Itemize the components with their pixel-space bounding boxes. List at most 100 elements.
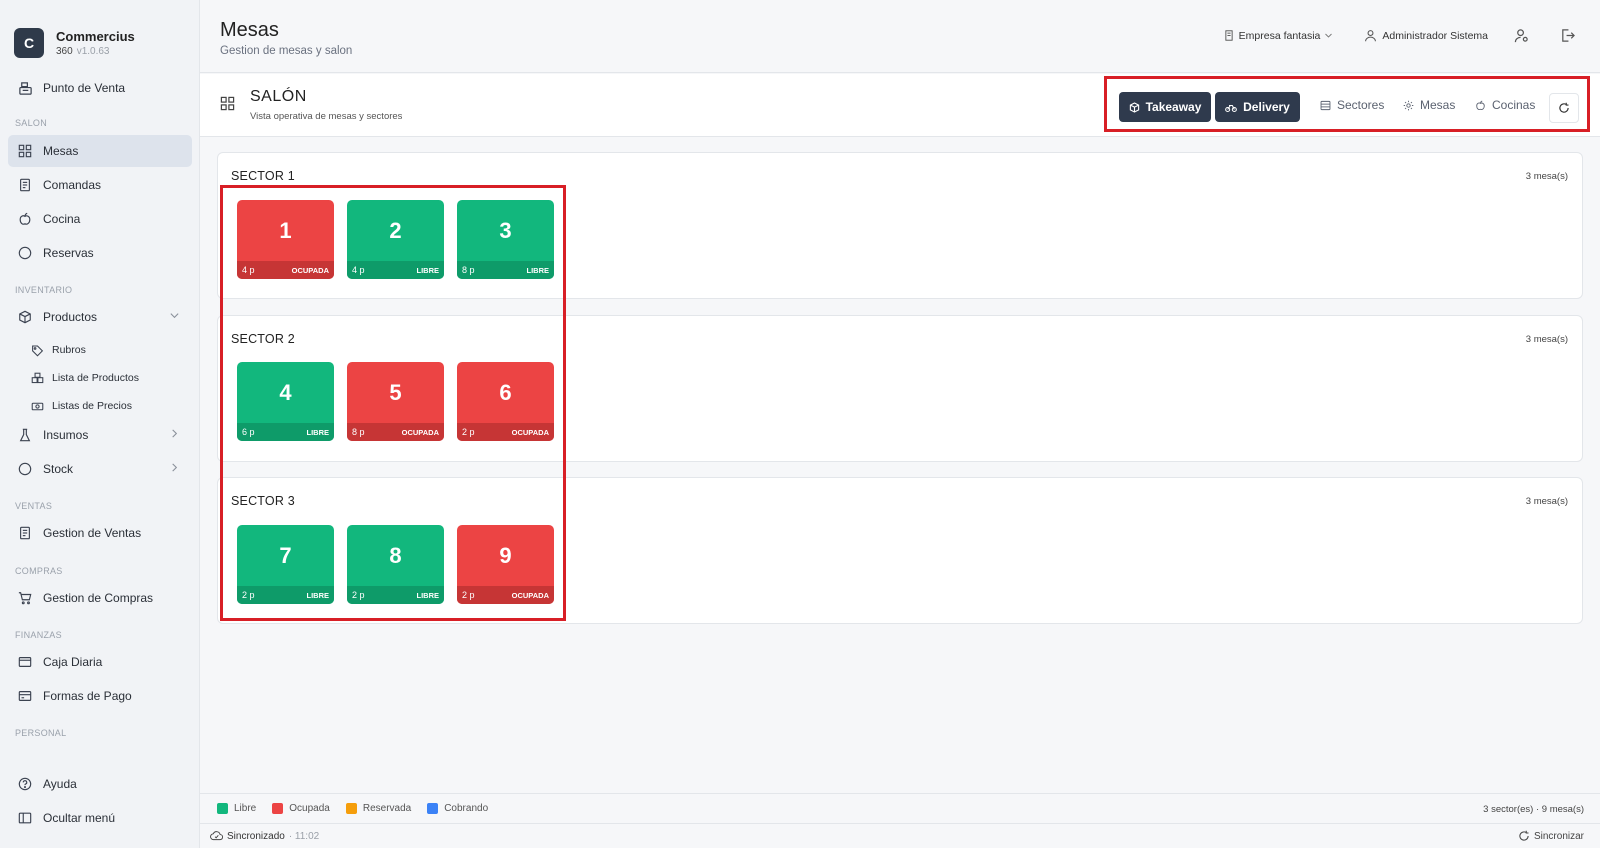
user-icon [1365,30,1377,42]
table-card[interactable]: 1 4 p OCUPADA [237,200,334,279]
grid-icon [17,143,33,159]
sync-button[interactable]: Sincronizar [1518,830,1584,842]
sidebar-collapse-icon [17,810,33,826]
table-capacity: 4 p [352,265,365,275]
legend-bar: Libre Ocupada Reservada Cobrando 3 secto… [200,793,1600,823]
cobrando-swatch [427,803,439,814]
table-status: LIBRE [306,590,330,600]
sidebar-item-ayuda[interactable]: Ayuda [8,768,192,800]
takeaway-button[interactable]: Takeaway [1119,92,1211,122]
table-capacity: 2 p [462,590,475,600]
tag-icon [30,343,44,357]
table-status: LIBRE [306,427,330,437]
box-icon [17,309,33,325]
boxes-icon [30,371,44,385]
company-selector[interactable]: Empresa fantasia [1224,30,1339,42]
legend-summary: 3 sector(es) · 9 mesa(s) [1483,804,1584,815]
salon-subtitle: Vista operativa de mesas y sectores [250,111,403,122]
sidebar-subitem-rubros[interactable]: Rubros [30,338,190,362]
sidebar-item-gestion-de-compras[interactable]: Gestion de Compras [8,582,192,614]
sector-title: SECTOR 3 [231,494,295,508]
user-menu[interactable]: Administrador Sistema [1364,29,1488,42]
sidebar-item-label: Caja Diaria [43,655,103,669]
section-label-inventario: INVENTARIO [15,285,73,295]
sidebar-item-label: Stock [43,462,74,476]
receipt-icon [17,525,33,541]
table-card[interactable]: 6 2 p OCUPADA [457,362,554,441]
circle-icon [17,245,33,261]
table-card[interactable]: 2 4 p LIBRE [347,200,444,279]
sidebar-item-productos[interactable]: Productos [8,301,192,333]
delivery-label: Delivery [1243,100,1290,114]
legend-reservada: Reservada [362,803,412,814]
sector-count: 3 mesa(s) [1525,496,1568,507]
reservada-swatch [345,803,357,814]
section-label-compras: COMPRAS [15,566,63,576]
chevron-down-icon [169,310,180,324]
sectores-label: Sectores [1337,98,1385,112]
sidebar-item-insumos[interactable]: Insumos [8,419,192,451]
sidebar-item-punto-de-venta[interactable]: Punto de Venta [8,72,192,104]
sidebar-item-mesas[interactable]: Mesas [8,135,192,167]
sidebar-item-gestion-de-ventas[interactable]: Gestion de Ventas [8,517,192,549]
page-title: Mesas [220,19,279,41]
cash-register-icon [17,80,33,96]
sidebar-item-comandas[interactable]: Comandas [8,169,192,201]
sectores-button[interactable]: Sectores [1320,98,1384,112]
sidebar-item-label: Insumos [43,428,89,442]
table-status: OCUPADA [511,590,549,600]
table-number: 6 [499,380,512,405]
delivery-button[interactable]: Delivery [1215,92,1300,122]
table-card[interactable]: 4 6 p LIBRE [237,362,334,441]
sidebar-item-label: Gestion de Compras [43,591,154,605]
user-cog-icon [1514,29,1528,43]
cocinas-button[interactable]: Cocinas [1475,98,1535,112]
section-label-finanzas: FINANZAS [15,630,62,640]
sidebar-item-stock[interactable]: Stock [8,453,192,485]
section-label-salon: SALON [15,118,48,128]
chevron-right-icon [169,462,180,476]
package-icon [1129,101,1139,113]
sidebar-subitem-listas-de-precios[interactable]: Listas de Precios [30,394,190,418]
sidebar-subitem-lista-de-productos[interactable]: Lista de Productos [30,366,190,390]
sidebar-item-label: Productos [43,310,98,324]
libre-swatch [217,803,228,814]
mesas-button[interactable]: Mesas [1403,98,1455,112]
sidebar-item-formas-de-pago[interactable]: Formas de Pago [8,680,192,712]
refresh-button[interactable] [1549,93,1579,123]
logout-button[interactable] [1560,28,1580,43]
logout-icon [1562,29,1575,42]
table-card[interactable]: 3 8 p LIBRE [457,200,554,279]
layers-icon [1320,100,1331,110]
table-number: 8 [389,543,402,568]
table-card[interactable]: 9 2 p OCUPADA [457,525,554,604]
sidebar: C Commercius 360 v1.0.63 Punto de Venta S… [0,0,200,848]
cart-icon [17,590,33,606]
table-capacity: 2 p [462,427,475,437]
sidebar-item-label: Reservas [43,246,94,260]
sidebar-item-caja-diaria[interactable]: Caja Diaria [8,646,192,678]
table-card[interactable]: 7 2 p LIBRE [237,525,334,604]
table-card[interactable]: 5 8 p OCUPADA [347,362,444,441]
user-settings-button[interactable] [1514,28,1534,43]
sidebar-item-label: Punto de Venta [43,81,126,95]
sidebar-item-reservas[interactable]: Reservas [8,237,192,269]
table-number: 7 [279,543,292,568]
top-header: Mesas Gestion de mesas y salon Empresa f… [200,0,1600,73]
wallet-icon [17,654,33,670]
table-status: LIBRE [416,265,440,275]
sector-title: SECTOR 1 [231,169,295,183]
banknote-icon [30,399,44,413]
ocupada-swatch [272,803,284,814]
legend-ocupada: Ocupada [289,803,330,814]
sidebar-item-cocina[interactable]: Cocina [8,203,192,235]
sidebar-item-ocultar-menu[interactable]: Ocultar menú [8,802,192,834]
sidebar-item-label: Mesas [43,144,79,158]
sync-time: · 11:02 [288,830,320,842]
chevron-down-icon [1325,33,1333,38]
sidebar-item-label: Rubros [52,344,86,356]
receipt-icon [17,177,33,193]
table-number: 9 [499,543,512,568]
table-card[interactable]: 8 2 p LIBRE [347,525,444,604]
app-version: v1.0.63 [76,46,110,57]
